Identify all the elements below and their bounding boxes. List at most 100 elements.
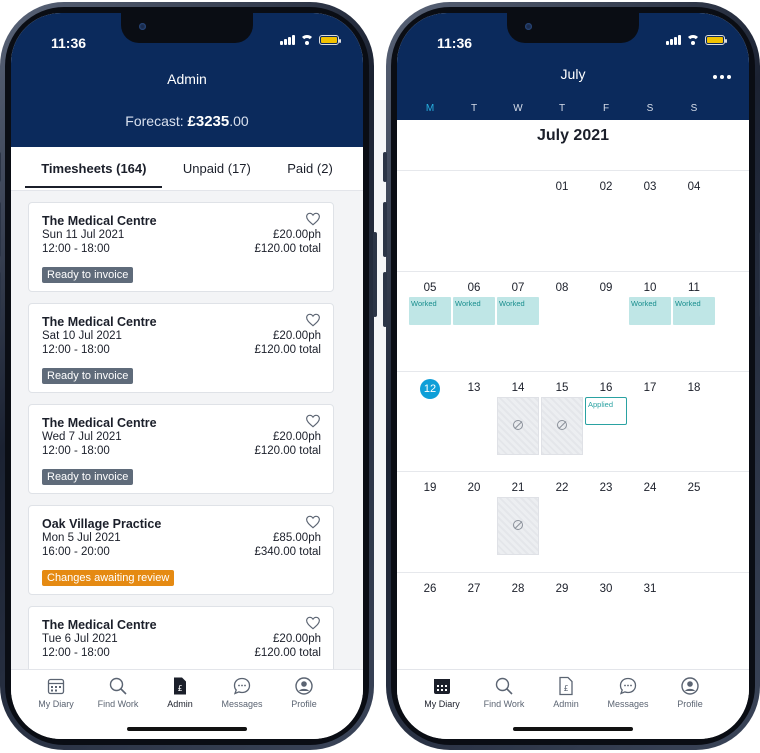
search-icon [469,676,539,696]
calendar-day[interactable]: 11 [672,282,716,294]
worked-shift-tag[interactable]: Worked [629,297,671,325]
calendar-day[interactable]: 01 [540,181,584,193]
tab-label: Messages [221,699,263,709]
calendar-day[interactable]: 03 [628,181,672,193]
calendar-day[interactable]: 14 [496,382,540,394]
calendar-day[interactable]: 18 [672,382,716,394]
calendar-day[interactable]: 24 [628,482,672,494]
calendar-day[interactable]: 04 [672,181,716,193]
tab-find-work[interactable]: Find Work [469,676,539,709]
tab-label: Find Work [483,699,525,709]
calendar-week-row: 26 27 28 29 30 31 [397,572,749,672]
calendar-day[interactable]: 09 [584,282,628,294]
calendar-day[interactable]: 26 [408,583,452,595]
heart-icon[interactable] [305,212,321,226]
tab-profile[interactable]: Profile [655,676,725,709]
timesheet-card[interactable]: The Medical Centre Sun 11 Jul 2021 12:00 -… [28,202,334,292]
calendar-day[interactable]: 06 [452,282,496,294]
calendar-day[interactable]: 28 [496,583,540,595]
heart-icon[interactable] [305,515,321,529]
calendar-day[interactable]: 31 [628,583,672,595]
timesheet-card[interactable]: The Medical Centre Sat 10 Jul 2021 12:00 -… [28,303,334,393]
hourly-rate: £85.00ph [273,532,321,544]
unavailable-day-block[interactable] [541,397,583,455]
calendar-week-row: 12 13 14 15 16 Applied 17 18 [397,371,749,471]
calendar-day[interactable]: 22 [540,482,584,494]
calendar-day[interactable]: 05 [408,282,452,294]
calendar-day[interactable]: 27 [452,583,496,595]
calendar-day[interactable]: 20 [452,482,496,494]
calendar-day[interactable]: 12 [408,379,452,399]
calendar-day[interactable]: 08 [540,282,584,294]
calendar-day[interactable]: 30 [584,583,628,595]
shift-total: £120.00 total [254,445,321,457]
calendar-day[interactable]: 07 [496,282,540,294]
heart-icon[interactable] [305,616,321,630]
timesheet-card[interactable]: The Medical Centre Tue 6 Jul 2021 12:00 - … [28,606,334,669]
hourly-rate: £20.00ph [273,229,321,241]
calendar-day[interactable]: 16 [584,382,628,394]
worked-shift-tag[interactable]: Worked [497,297,539,325]
shift-hours: 16:00 - 20:00 [42,546,110,558]
shift-total: £120.00 total [254,344,321,356]
today-indicator: 12 [420,379,440,399]
timesheet-card[interactable]: The Medical Centre Wed 7 Jul 2021 12:00 - … [28,404,334,494]
worked-shift-tag[interactable]: Worked [673,297,715,325]
tab-my-diary[interactable]: My Diary [407,676,477,709]
tab-my-diary[interactable]: My Diary [21,676,91,709]
shift-date: Wed 7 Jul 2021 [42,431,122,443]
shift-hours: 12:00 - 18:00 [42,445,110,457]
calendar-day[interactable]: 13 [452,382,496,394]
tab-find-work[interactable]: Find Work [83,676,153,709]
heart-icon[interactable] [305,313,321,327]
tab-admin[interactable]: £ Admin [531,676,601,709]
volume-up-button [0,202,1,257]
more-options-icon[interactable] [713,75,731,79]
worked-shift-tag[interactable]: Worked [409,297,451,325]
practice-name: The Medical Centre [42,416,157,430]
shift-hours: 12:00 - 18:00 [42,647,110,659]
tab-admin[interactable]: £ Admin [145,676,215,709]
timesheet-cards: The Medical Centre Sun 11 Jul 2021 12:00 -… [11,13,353,669]
svg-text:£: £ [563,684,568,693]
calendar-day[interactable]: 17 [628,382,672,394]
calendar-day[interactable]: 10 [628,282,672,294]
invoice-icon: £ [531,676,601,696]
timesheet-card[interactable]: Oak Village Practice Mon 5 Jul 2021 16:00 … [28,505,334,595]
invoice-icon: £ [145,676,215,696]
chat-icon [593,676,663,696]
practice-name: Oak Village Practice [42,517,162,531]
tab-profile[interactable]: Profile [269,676,339,709]
worked-shift-tag[interactable]: Worked [453,297,495,325]
mute-switch [383,152,387,182]
volume-down-button [0,272,1,327]
calendar-icon [407,676,477,696]
calendar-day[interactable]: 21 [496,482,540,494]
calendar-day[interactable]: 25 [672,482,716,494]
tab-label: My Diary [38,699,74,709]
heart-icon[interactable] [305,414,321,428]
hourly-rate: £20.00ph [273,431,321,443]
unavailable-day-block[interactable] [497,497,539,555]
status-badge: Changes awaiting review [42,570,175,586]
applied-shift-tag[interactable]: Applied [585,397,627,425]
calendar-day[interactable]: 23 [584,482,628,494]
tab-label: Messages [607,699,649,709]
tab-messages[interactable]: Messages [593,676,663,709]
calendar-day[interactable]: 29 [540,583,584,595]
tab-label: Admin [553,699,579,709]
shift-total: £120.00 total [254,647,321,659]
home-indicator [127,727,247,731]
calendar-day[interactable]: 15 [540,382,584,394]
battery-icon [705,35,727,45]
shift-date: Sat 10 Jul 2021 [42,330,122,342]
calendar-week-row: 19 20 21 22 23 24 25 [397,471,749,571]
tab-label: Profile [291,699,317,709]
calendar-day[interactable]: 19 [408,482,452,494]
tab-messages[interactable]: Messages [207,676,277,709]
notch [121,13,253,43]
calendar-day[interactable]: 02 [584,181,628,193]
unavailable-day-block[interactable] [497,397,539,455]
status-badge: Ready to invoice [42,267,134,283]
page-title: July [560,66,586,82]
